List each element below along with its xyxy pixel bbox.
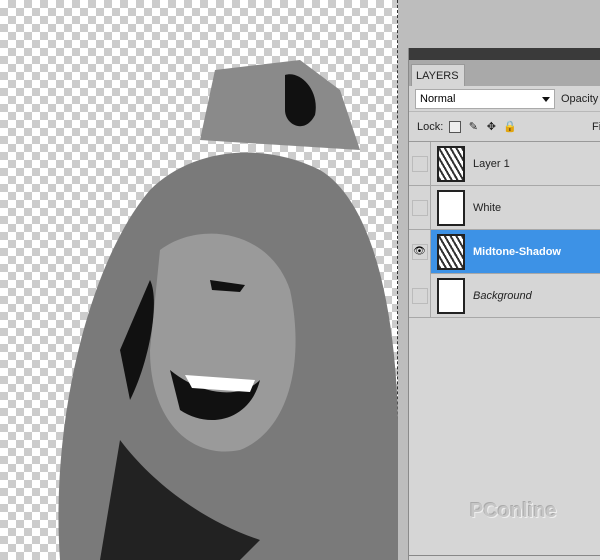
layer-row-midtone-shadow[interactable]: 👁 Midtone-Shadow [409,229,600,274]
tab-layers[interactable]: LAYERS [411,64,465,86]
lock-label: Lock: [417,120,444,133]
layer-row-layer-1[interactable]: Layer 1 [409,141,600,186]
layer-name: Midtone-Shadow [473,245,561,258]
layer-name: Layer 1 [473,157,510,170]
panel-title-bar[interactable] [409,48,600,60]
watermark-logo: PConline [470,500,557,522]
layer-name: Background [473,289,532,302]
layer-row-background[interactable]: Background [409,273,600,318]
layer-row-white[interactable]: White [409,185,600,230]
lock-transparent-icon[interactable] [449,120,462,133]
blend-mode-value: Normal [420,92,456,105]
chevron-down-icon [542,96,550,102]
panel-divider [409,555,600,556]
layer-name: White [473,201,502,214]
layer-thumbnail [437,233,465,270]
lock-all-icon[interactable]: 🔒 [503,121,517,133]
layers-panel: LAYERS Normal Opacity Lock: ✎ ✥ 🔒 Fill L… [408,48,600,560]
layer-thumbnail [437,277,465,314]
opacity-label: Opacity [561,92,599,105]
fill-label: Fill [592,120,600,133]
visibility-toggle[interactable] [411,199,428,216]
lock-brush-icon[interactable]: ✎ [467,121,479,133]
eye-icon[interactable]: 👁 [411,243,428,260]
document-canvas[interactable] [0,0,398,560]
layer-thumbnail [437,145,465,182]
layer-thumbnail [437,189,465,226]
visibility-toggle[interactable] [411,287,428,304]
blend-mode-select[interactable]: Normal [415,88,555,109]
lock-move-icon[interactable]: ✥ [485,121,497,133]
visibility-toggle[interactable] [411,155,428,172]
photo-artwork [58,60,398,560]
